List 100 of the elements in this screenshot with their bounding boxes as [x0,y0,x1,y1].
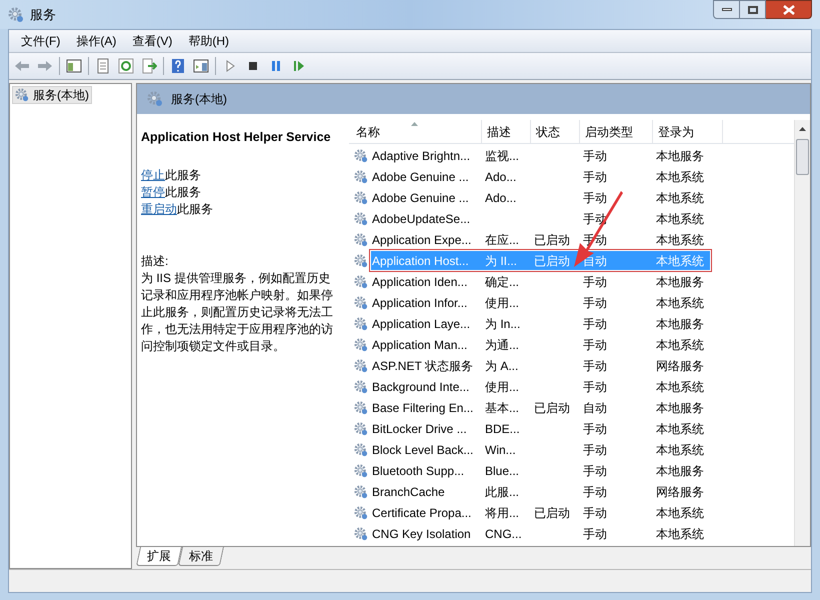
table-cell-text: 手动 [583,462,608,480]
service-name: Application Host Helper Service [141,129,332,146]
table-cell-text: 本地系统 [656,420,705,438]
table-cell-text: 网络服务 [656,484,705,500]
gear-icon [354,274,368,288]
gear-icon [8,6,24,22]
service-row[interactable]: ASP.NET 状态服务 为 A... 手动 网络服务 [371,356,710,375]
service-row[interactable]: Application Iden... 确定... 手动 本地服务 [371,272,710,291]
service-row[interactable]: Adobe Genuine ... Ado... 手动 本地系统 [371,188,710,207]
table-cell-text: 手动 [583,442,608,458]
service-row[interactable]: BranchCache 此服... 手动 网络服务 [371,482,710,501]
table-cell-text: CNG Key Isolation [371,526,472,542]
maximize-button[interactable] [740,0,766,19]
table-cell-text: Ado... [485,190,518,206]
table-cell-text: 手动 [583,168,608,186]
service-row[interactable]: Application Laye... 为 In... 手动 本地服务 [371,314,710,333]
gear-icon [354,526,368,540]
table-cell-text: 本地系统 [656,504,705,522]
table-cell-text: 本地服务 [656,316,705,332]
service-row[interactable]: Block Level Back... Win... 手动 本地系统 [371,440,710,459]
table-cell-text: Adaptive Brightn... [371,148,472,164]
table-cell-text: Application Iden... [371,274,468,290]
table-cell-text: 手动 [583,358,608,374]
table-cell-text: 本地系统 [656,232,705,248]
table-cell-text: ASP.NET 状态服务 [371,358,474,374]
column-header[interactable]: 启动类型 [580,120,653,143]
table-cell-text: BranchCache [371,484,446,500]
service-row[interactable]: Base Filtering En... 基本... 已启动 自动 本地服务 [371,398,710,417]
gear-icon [354,380,368,394]
table-cell-text: Application Host... [371,252,470,270]
table-cell-text: 监视... [485,148,520,164]
table-cell-text: 为 II... [485,252,518,270]
table-cell-text: 手动 [583,316,608,332]
scrollbar[interactable] [794,120,810,546]
table-cell-text: 确定... [485,274,520,290]
table-cell-text: 手动 [583,378,608,396]
gear-icon [354,170,368,184]
column-header[interactable]: 名称 [351,120,482,143]
table-cell-text: 本地服务 [656,462,705,480]
table-cell-text: Certificate Propa... [371,504,472,522]
table-cell-text: Block Level Back... [371,442,474,458]
description-label: 描述: [141,252,170,270]
view-tab[interactable]: 扩展 [136,547,182,566]
service-row[interactable]: Certificate Propa... 将用... 已启动 手动 本地系统 [371,503,710,522]
scroll-thumb[interactable] [796,139,809,175]
menu-item[interactable]: 帮助(H) [182,32,235,50]
table-cell-text: Ado... [485,168,518,186]
action-link[interactable]: 停止 [141,166,165,184]
table-cell-text: 本地系统 [656,168,705,186]
sort-arrow-icon [411,122,418,126]
column-header[interactable]: 状态 [531,120,580,143]
menu-item[interactable]: 文件(F) [15,32,66,50]
service-row[interactable]: Application Infor... 使用... 手动 本地系统 [371,293,710,312]
table-cell-text: BitLocker Drive ... [371,420,468,438]
view-tab[interactable]: 标准 [178,547,224,566]
gear-icon [147,91,163,107]
action-link[interactable]: 重启动 [141,200,177,218]
table-cell-text: 此服... [485,484,520,500]
menu-item[interactable]: 操作(A) [70,32,122,50]
action-text: 此服务 [177,201,213,218]
table-cell-text: 手动 [583,336,608,354]
table-cell-text: Adobe Genuine ... [371,168,470,186]
service-row[interactable]: Adaptive Brightn... 监视... 手动 本地服务 [371,146,710,165]
table-cell-text: Application Infor... [371,294,468,312]
table-cell-text: 手动 [583,420,608,438]
table-cell-text: 手动 [583,484,608,500]
close-button[interactable] [766,0,812,19]
gear-icon [354,212,368,226]
table-cell-text: Blue... [485,462,520,480]
table-cell-text: Application Man... [371,336,468,354]
table-cell-text: 为通... [485,336,520,354]
table-cell-text: Win... [485,442,517,458]
gear-icon [354,358,368,372]
service-row[interactable]: Background Inte... 使用... 手动 本地系统 [371,377,710,396]
menu-item[interactable]: 查看(V) [126,32,178,50]
service-row[interactable]: Bluetooth Supp... Blue... 手动 本地服务 [371,461,710,480]
gear-icon [354,254,368,268]
service-row[interactable]: Adobe Genuine ... Ado... 手动 本地系统 [371,167,710,186]
table-cell-text: 网络服务 [656,358,705,374]
table-cell-text: CNG... [485,526,523,542]
table-cell-text: AdobeUpdateSe... [371,210,472,228]
table-cell-text: 已启动 [534,252,571,270]
service-row[interactable]: CNG Key Isolation CNG... 手动 本地系统 [371,524,710,543]
gear-icon [354,484,368,498]
description-text: 为 IIS 提供管理服务，例如配置历史记录和应用程序池帐户映射。如果停止此服务，则配置历史记录将无法工作，也无法用特定于应用程序池的访问控制项锁定文件或目录。 [141,270,334,355]
table-cell-text: 本地系统 [656,378,705,396]
gear-icon [354,422,368,436]
table-cell-text: 本地系统 [656,210,705,228]
table-cell-text: BDE... [485,420,521,438]
column-header[interactable]: 描述 [482,120,531,143]
service-row[interactable]: BitLocker Drive ... BDE... 手动 本地系统 [371,419,710,438]
table-cell-text: 手动 [583,526,608,542]
table-cell-text: 已启动 [534,400,571,416]
minimize-button[interactable] [713,0,740,19]
action-link[interactable]: 暂停 [141,183,165,202]
column-header[interactable]: 登录为 [653,120,723,143]
service-row[interactable]: Application Man... 为通... 手动 本地系统 [371,335,710,354]
tree-item[interactable]: 服务(本地) [12,86,92,104]
table-cell-text: 本地系统 [656,336,705,354]
gear-icon [354,442,368,456]
